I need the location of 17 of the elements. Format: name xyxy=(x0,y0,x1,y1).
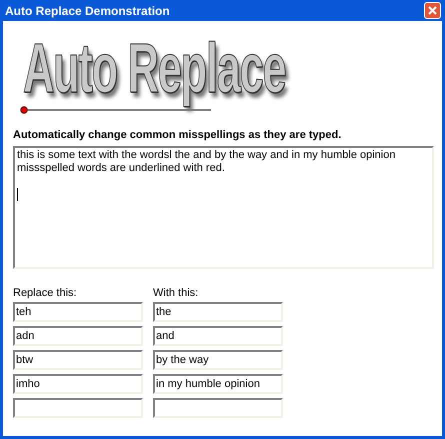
input-field[interactable]: btw xyxy=(13,350,143,370)
text-editor[interactable]: this is some text with the wordsl the and by the way and in my humble opinion missspelled words are underlined with red. xyxy=(13,146,434,269)
close-icon xyxy=(428,6,437,15)
instruction-text: Automatically change common misspellings as they are typed. xyxy=(13,128,342,142)
input-field[interactable]: the xyxy=(153,302,283,322)
column-label: Replace this: xyxy=(13,286,78,301)
input-field[interactable]: in my humble opinion xyxy=(153,374,283,394)
column-label: With this: xyxy=(153,286,200,301)
window-title: Auto Replace Demonstration xyxy=(5,4,170,16)
input-field[interactable]: teh xyxy=(13,302,143,322)
input-field[interactable]: adn xyxy=(13,326,143,346)
input-field[interactable] xyxy=(153,398,283,418)
input-field[interactable] xyxy=(13,398,143,418)
input-field[interactable]: and xyxy=(153,326,283,346)
close-button[interactable] xyxy=(424,2,441,19)
input-field[interactable]: imho xyxy=(13,374,143,394)
input-field[interactable]: by the way xyxy=(153,350,283,370)
